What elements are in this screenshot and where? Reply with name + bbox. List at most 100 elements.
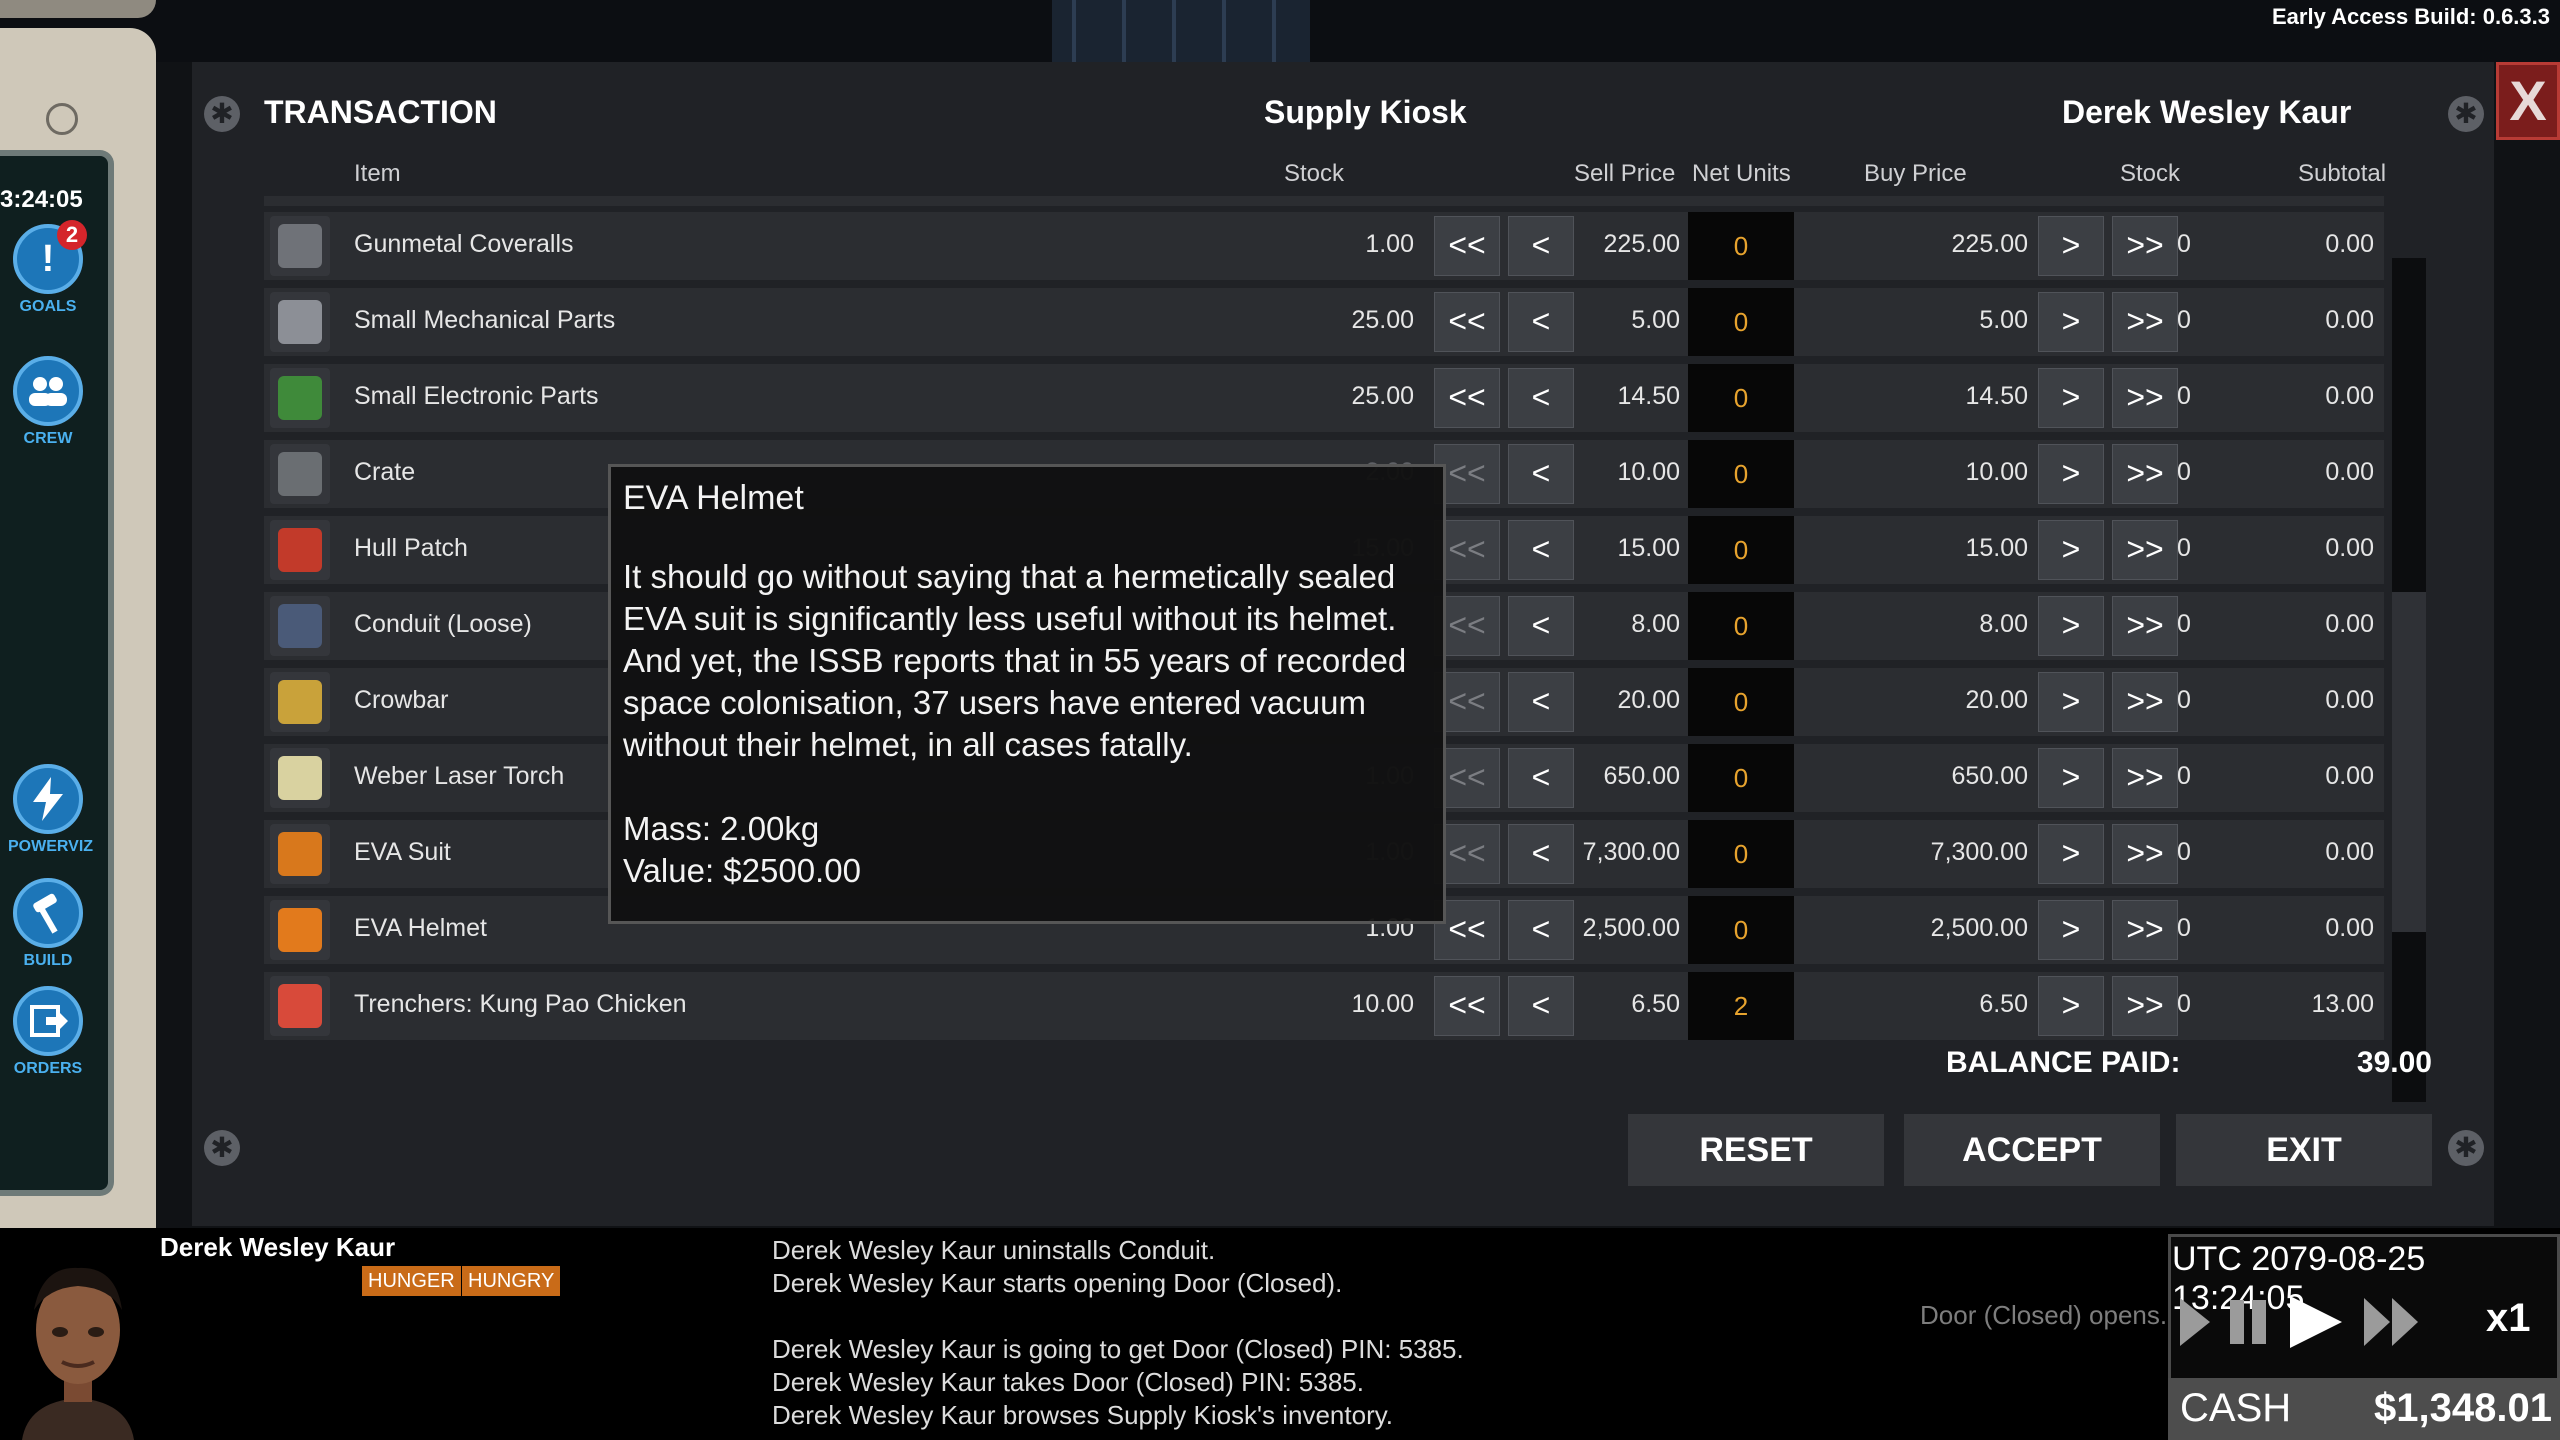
item-name: Small Mechanical Parts [354,306,616,334]
status-tag-hunger: HUNGER [362,1266,461,1296]
tooltip-description: It should go without saying that a herme… [623,558,1407,763]
orders-label: ORDERS [13,1060,83,1077]
buyer-stock: 0 [2177,990,2191,1018]
net-units[interactable]: 0 [1688,288,1794,356]
item-icon [270,748,330,808]
net-units[interactable]: 0 [1688,896,1794,964]
buy-one-button[interactable]: > [2038,444,2104,504]
net-units[interactable]: 0 [1688,592,1794,660]
exit-button[interactable]: EXIT [2176,1114,2432,1186]
sell-all-button[interactable]: << [1434,368,1500,428]
buy-one-button[interactable]: > [2038,672,2104,732]
close-button[interactable]: X [2496,62,2560,140]
net-units[interactable]: 0 [1688,668,1794,736]
item-subtotal: 0.00 [2325,306,2374,334]
buy-one-button[interactable]: > [2038,216,2104,276]
buyer-stock: 0 [2177,458,2191,486]
balance-label: BALANCE PAID: [1946,1046,2181,1079]
pause-icon[interactable] [2230,1300,2266,1344]
tooltip-value: Value: $2500.00 [623,852,861,889]
item-name: EVA Suit [354,838,451,866]
item-buy-price: 20.00 [1965,686,2028,714]
build-label: BUILD [23,952,73,969]
goals-button[interactable]: ! 2 GOALS [8,220,88,316]
sell-all-button[interactable]: << [1434,292,1500,352]
net-units[interactable]: 0 [1688,212,1794,280]
log-line: Derek Wesley Kaur uninstalls Conduit. [772,1235,1216,1265]
item-subtotal: 0.00 [2325,686,2374,714]
sell-all-button[interactable]: << [1434,216,1500,276]
item-icon [270,444,330,504]
buy-one-button[interactable]: > [2038,824,2104,884]
item-name: EVA Helmet [354,914,487,942]
item-buy-price: 225.00 [1951,230,2028,258]
item-sell-price: 7,300.00 [1582,838,1680,866]
accept-button[interactable]: ACCEPT [1904,1114,2160,1186]
item-icon [270,976,330,1036]
scrollbar-thumb[interactable] [2392,592,2426,932]
item-sell-price: 14.50 [1617,382,1680,410]
buy-one-button[interactable]: > [2038,900,2104,960]
net-units[interactable]: 0 [1688,440,1794,508]
gear-icon: ✱ [204,96,240,132]
buy-one-button[interactable]: > [2038,292,2104,352]
kiosk-name: Supply Kiosk [1264,94,1467,130]
buyer-stock: 0 [2177,306,2191,334]
speed-indicator[interactable]: x1 [2486,1296,2531,1341]
tooltip-mass: Mass: 2.00kg [623,810,820,847]
build-button[interactable]: BUILD [8,878,88,970]
sell-all-button[interactable]: << [1434,976,1500,1036]
status-tag-hungry: HUNGRY [462,1266,561,1296]
item-subtotal: 0.00 [2325,534,2374,562]
item-name: Conduit (Loose) [354,610,532,638]
buyer-stock: 0 [2177,534,2191,562]
column-net-units: Net Units [1692,160,1791,187]
buy-one-button[interactable]: > [2038,596,2104,656]
reset-button[interactable]: RESET [1628,1114,1884,1186]
item-buy-price: 10.00 [1965,458,2028,486]
background-pillar [0,0,156,18]
crew-portrait[interactable] [12,1252,144,1440]
item-buy-price: 5.00 [1979,306,2028,334]
sidebar-clock: 3:24:05 [0,186,83,213]
buy-one-button[interactable]: > [2038,368,2104,428]
item-stock: 1.00 [1365,230,1414,258]
net-units[interactable]: 0 [1688,364,1794,432]
net-units[interactable]: 0 [1688,744,1794,812]
item-buy-price: 6.50 [1979,990,2028,1018]
buyer-stock: 0 [2177,914,2191,942]
net-units[interactable]: 0 [1688,820,1794,888]
buy-one-button[interactable]: > [2038,976,2104,1036]
item-sell-price: 5.00 [1631,306,1680,334]
fast-forward-icon[interactable] [2364,1298,2418,1346]
net-units[interactable]: 0 [1688,516,1794,584]
crew-name: Derek Wesley Kaur [160,1232,396,1262]
table-row-partial [264,196,2384,206]
item-buy-price: 2,500.00 [1930,914,2028,942]
item-icon [270,900,330,960]
tooltip-title: EVA Helmet [623,479,804,517]
buyer-stock: 0 [2177,838,2191,866]
table-row[interactable]: Small Mechanical Parts 25.00 << <5.00 0 5.00 >… [264,288,2384,356]
table-row[interactable]: Trenchers: Kung Pao Chicken 10.00 << <6.50 2… [264,972,2384,1040]
buy-one-button[interactable]: > [2038,520,2104,580]
powerviz-button[interactable]: POWERVIZ [8,764,93,856]
buy-one-button[interactable]: > [2038,748,2104,808]
column-subtotal: Subtotal [2298,160,2387,187]
door-message: Door (Closed) opens. [1920,1300,2168,1330]
table-row[interactable]: Gunmetal Coveralls 1.00 << <225.00 0 225.00 > >… [264,212,2384,280]
orders-button[interactable]: ORDERS [8,986,88,1078]
goals-badge: 2 [57,220,87,250]
item-name: Hull Patch [354,534,468,562]
item-buy-price: 15.00 [1965,534,2028,562]
build-label: Early Access Build: 0.6.3.3 [2272,4,2550,29]
net-units[interactable]: 2 [1688,972,1794,1040]
crew-button[interactable]: CREW [8,356,88,448]
item-buy-price: 14.50 [1965,382,2028,410]
column-stock: Stock [1284,160,1345,187]
item-buy-price: 650.00 [1951,762,2028,790]
log-line: Derek Wesley Kaur takes Door (Closed) PI… [772,1367,1364,1397]
play-icon[interactable] [2290,1296,2342,1348]
step-icon[interactable] [2180,1298,2210,1346]
table-row[interactable]: Small Electronic Parts 25.00 << <14.50 0 14.5… [264,364,2384,432]
